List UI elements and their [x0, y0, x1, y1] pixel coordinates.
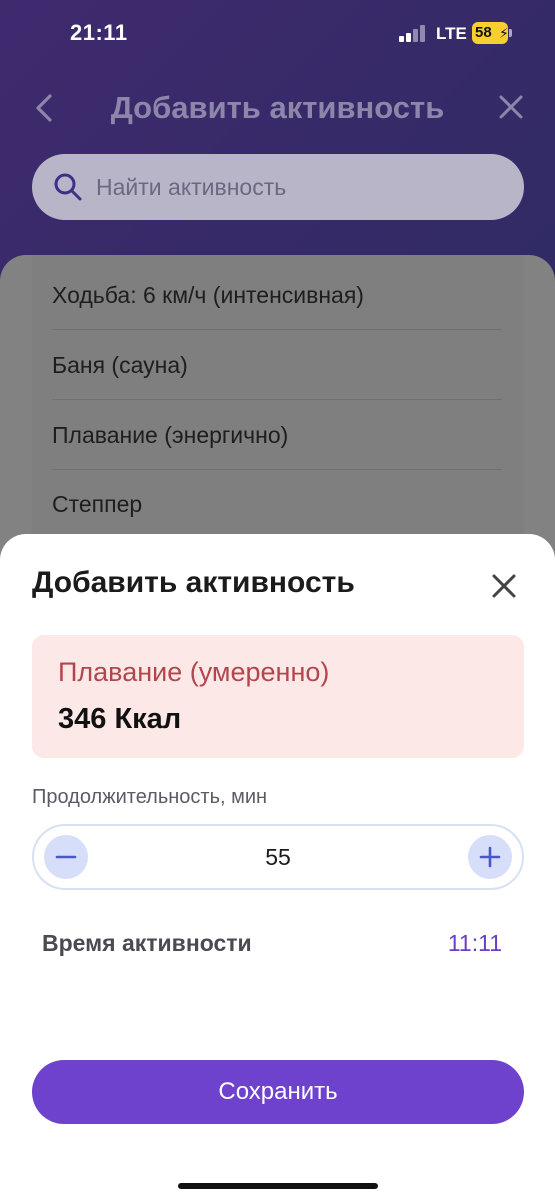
duration-value[interactable]: 55 [94, 826, 462, 888]
nav-title: Добавить активность [110, 90, 445, 125]
increase-button[interactable] [468, 835, 512, 879]
search-input[interactable] [96, 154, 496, 220]
duration-label: Продолжительность, мин [32, 786, 268, 808]
duration-stepper: 55 [32, 824, 524, 890]
battery-icon: 58 ⚡ [472, 22, 512, 44]
home-indicator [178, 1183, 378, 1189]
selected-activity-card: Плавание (умеренно) 346 Ккал [32, 635, 524, 758]
activity-name: Плавание (умеренно) [58, 657, 330, 687]
search-icon [52, 171, 84, 203]
activity-time-value[interactable]: 11:11 [448, 930, 502, 957]
close-icon[interactable] [494, 90, 528, 124]
list-item[interactable]: Ходьба: 6 км/ч (интенсивная) [52, 260, 502, 330]
save-button[interactable]: Сохранить [32, 1060, 524, 1124]
minus-icon [55, 855, 77, 859]
list-item[interactable]: Плавание (энергично) [52, 400, 502, 470]
add-activity-sheet: Добавить активность Плавание (умеренно) … [0, 534, 555, 1200]
sheet-title: Добавить активность [32, 566, 355, 599]
activity-time-label: Время активности [42, 930, 252, 956]
search-bar[interactable] [32, 154, 524, 220]
activity-time-row[interactable]: Время активности 11:11 [42, 930, 502, 960]
decrease-button[interactable] [44, 835, 88, 879]
activity-calories: 346 Ккал [58, 703, 182, 735]
plus-icon [479, 846, 501, 868]
list-item[interactable]: Баня (сауна) [52, 330, 502, 400]
close-icon[interactable] [488, 570, 520, 602]
nav-bar: Добавить активность [0, 80, 555, 136]
signal-icon [399, 24, 431, 42]
network-type: LTE [436, 24, 467, 43]
status-time: 21:11 [70, 20, 128, 45]
status-bar: 21:11 LTE 58 ⚡ [0, 0, 555, 66]
list-item[interactable]: Степпер [52, 469, 502, 539]
battery-level: 58 [475, 24, 492, 41]
